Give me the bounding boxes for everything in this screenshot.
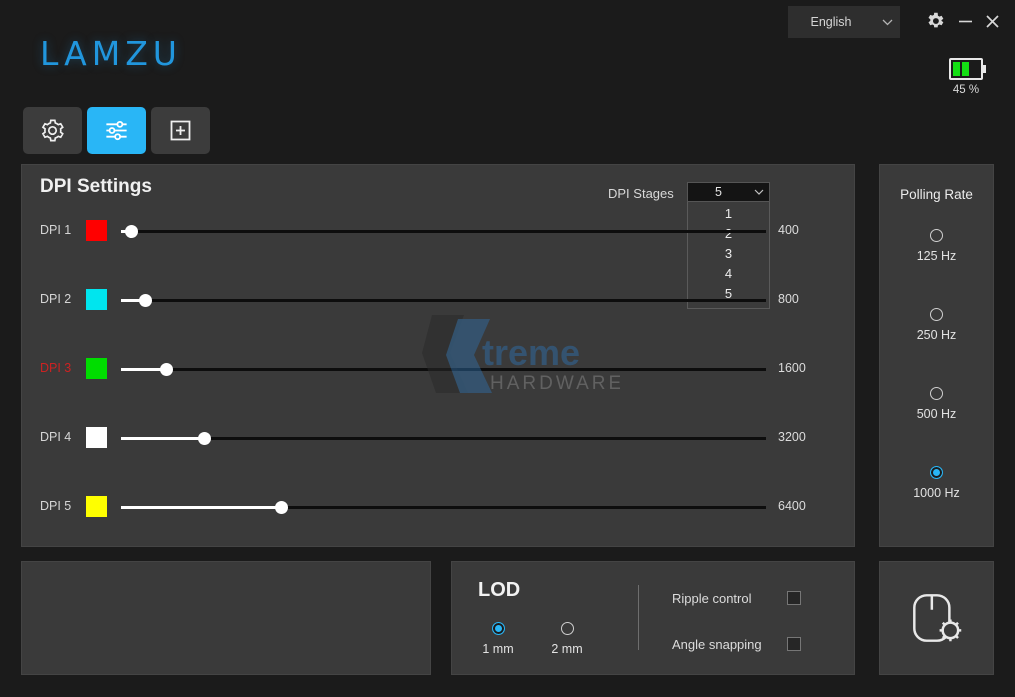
brand-logo: LAMZU [40,34,182,73]
dpi-color-swatch[interactable] [86,427,107,448]
radio-button[interactable] [930,229,943,242]
dpi-row: DPI 1 400 [0,218,834,244]
dpi-color-swatch[interactable] [86,220,107,241]
dpi-row: DPI 2 800 [0,287,834,313]
polling-rate-option[interactable]: 250 Hz [879,308,994,342]
battery-icon [949,58,986,80]
radio-button[interactable] [930,466,943,479]
empty-panel [21,561,431,675]
minimize-button[interactable] [952,7,978,35]
close-button[interactable] [979,7,1005,35]
dpi-slider-thumb[interactable] [274,501,288,514]
dpi-row-label: DPI 3 [40,361,72,375]
polling-rate-option[interactable]: 500 Hz [879,387,994,421]
dpi-row-label: DPI 1 [40,223,72,237]
dpi-color-swatch[interactable] [86,496,107,517]
dpi-color-swatch[interactable] [86,289,107,310]
dpi-row: DPI 5 6400 [0,494,834,520]
radio-button[interactable] [560,622,574,635]
dpi-value-label: 800 [778,292,799,306]
dpi-stages-select[interactable]: 5 [687,182,770,202]
divider [638,585,639,650]
polling-rate-title: Polling Rate [900,187,973,202]
dpi-value-label: 1600 [778,361,806,375]
dpi-slider[interactable] [121,432,766,445]
tab-add[interactable] [151,107,210,154]
dpi-slider-thumb[interactable] [138,294,152,307]
language-label: English [810,15,852,29]
dpi-slider[interactable] [121,225,766,238]
chevron-down-icon [874,19,900,26]
app-window: English LAMZU 45 % DPI Settings DPI Stag… [0,0,1015,697]
dpi-value-label: 3200 [778,430,806,444]
dpi-slider-thumb[interactable] [125,225,139,238]
dpi-slider-thumb[interactable] [160,363,174,376]
dpi-value-label: 400 [778,223,799,237]
dpi-stages-option[interactable]: 3 [688,244,769,264]
language-select[interactable]: English [788,6,900,38]
polling-rate-option[interactable]: 125 Hz [879,229,994,263]
dpi-row-label: DPI 2 [40,292,72,306]
radio-button[interactable] [491,622,505,635]
dpi-row-label: DPI 5 [40,499,72,513]
battery-percent-label: 45 % [952,84,980,96]
checkbox[interactable] [787,591,801,605]
polling-rate-label: 1000 Hz [913,486,960,500]
dpi-slider[interactable] [121,501,766,514]
lod-option-label: 2 mm [551,642,583,656]
dpi-slider-thumb[interactable] [198,432,212,445]
dpi-slider[interactable] [121,363,766,376]
dpi-row-label: DPI 4 [40,430,72,444]
radio-button[interactable] [930,308,943,321]
dpi-color-swatch[interactable] [86,358,107,379]
polling-rate-label: 250 Hz [916,328,957,342]
dpi-stages-option[interactable]: 4 [688,264,769,284]
dpi-stages-label: DPI Stages [608,186,674,201]
dpi-stages-value: 5 [715,185,722,199]
dpi-row: DPI 4 3200 [0,425,834,451]
polling-rate-option[interactable]: 1000 Hz [879,466,994,500]
lod-toggle-label: Angle snapping [672,637,762,652]
dpi-row: DPI 3 1600 [0,356,834,382]
chevron-down-icon [749,189,769,195]
checkbox[interactable] [787,637,801,651]
lod-option-label: 1 mm [482,642,514,656]
lod-toggle-label: Ripple control [672,591,752,606]
lod-title: LOD [478,579,521,601]
dpi-slider[interactable] [121,294,766,307]
radio-button[interactable] [930,387,943,400]
tab-general[interactable] [23,107,82,154]
mouse-gear-icon[interactable] [879,561,994,675]
dpi-value-label: 6400 [778,499,806,513]
lod-option[interactable]: 2 mm [540,622,594,656]
dpi-settings-title: DPI Settings [40,176,152,197]
battery-indicator: 45 % [938,58,994,96]
polling-rate-label: 125 Hz [916,249,957,263]
polling-rate-label: 500 Hz [916,407,957,421]
tab-settings[interactable] [87,107,146,154]
lod-option[interactable]: 1 mm [471,622,525,656]
settings-gear-button[interactable] [921,7,949,35]
